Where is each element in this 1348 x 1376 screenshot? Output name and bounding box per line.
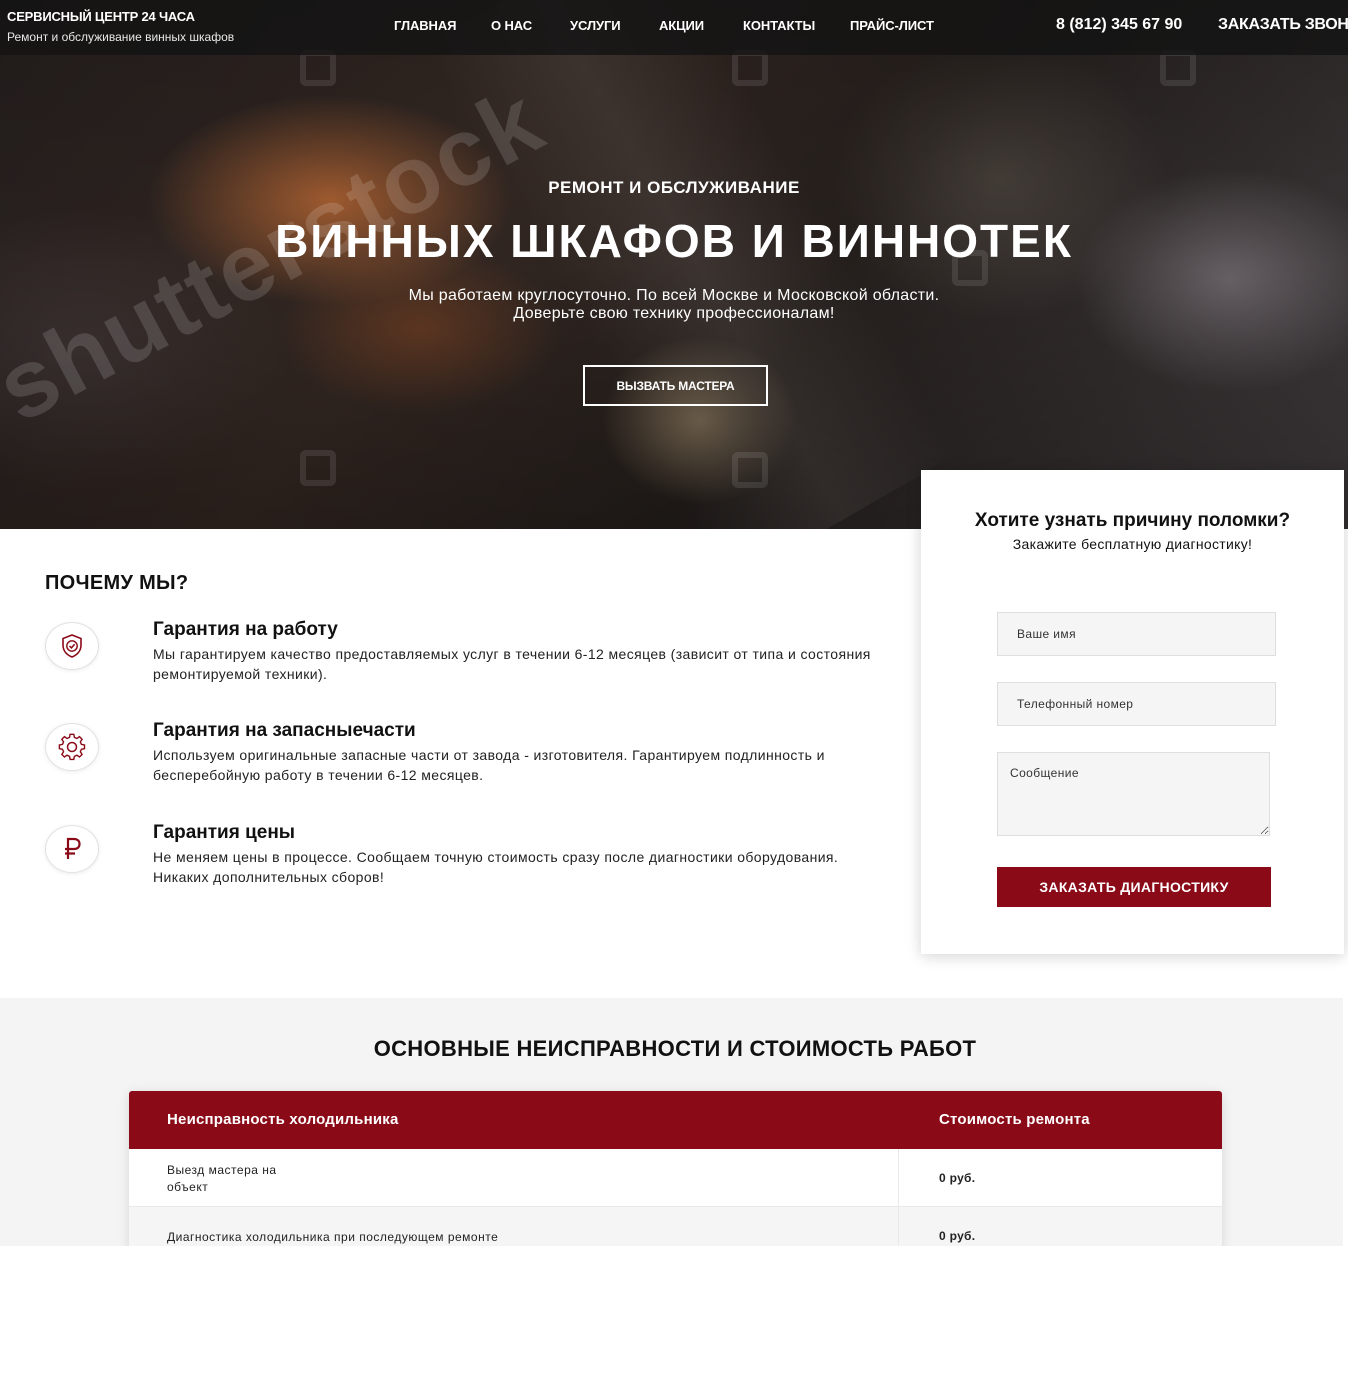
nav-item-services[interactable]: УСЛУГИ bbox=[570, 18, 621, 33]
table-cell-line: объект bbox=[167, 1180, 209, 1194]
column-header-cost: Стоимость ремонта bbox=[939, 1111, 1090, 1128]
nav-item-home[interactable]: ГЛАВНАЯ bbox=[394, 18, 456, 33]
column-divider bbox=[898, 1207, 899, 1246]
nav-item-contacts[interactable]: КОНТАКТЫ bbox=[743, 18, 815, 33]
feature-title: Гарантия на работу bbox=[153, 619, 338, 640]
table-row: Выезд мастера на объект 0 руб. bbox=[129, 1149, 1222, 1207]
phone-link[interactable]: 8 (812) 345 67 90 bbox=[1056, 16, 1182, 34]
gear-icon bbox=[45, 723, 99, 771]
table-cell-line: Диагностика холодильника при последующем… bbox=[167, 1230, 499, 1244]
nav-item-price-list[interactable]: ПРАЙС-ЛИСТ bbox=[850, 18, 934, 33]
hero-description: Мы работаем круглосуточно. По всей Москв… bbox=[0, 287, 1348, 323]
feature-text: Используем оригинальные запасные части о… bbox=[153, 747, 825, 783]
brand-subtitle: Ремонт и обслуживание винных шкафов bbox=[7, 30, 235, 44]
form-title: Хотите узнать причину поломки? bbox=[974, 510, 1291, 531]
column-header-problem: Неисправность холодильника bbox=[167, 1111, 399, 1128]
hero-description-line: Доверьте свою технику профессионалам! bbox=[513, 305, 835, 322]
prices-section: ОСНОВНЫЕ НЕИСПРАВНОСТИ И СТОИМОСТЬ РАБОТ… bbox=[0, 998, 1343, 1246]
site-header: СЕРВИСНЫЙ ЦЕНТР 24 ЧАСА Ремонт и обслужи… bbox=[0, 0, 1348, 55]
form-subtitle: Закажите бесплатную диагностику! bbox=[1012, 536, 1253, 552]
why-us-title: ПОЧЕМУ МЫ? bbox=[45, 572, 189, 594]
price-table: Неисправность холодильника Стоимость рем… bbox=[129, 1091, 1222, 1246]
callback-button[interactable]: ЗАКАЗАТЬ ЗВОНОК bbox=[1218, 16, 1348, 34]
nav-item-promotions[interactable]: АКЦИИ bbox=[659, 18, 704, 33]
call-master-button[interactable]: ВЫЗВАТЬ МАСТЕРА bbox=[583, 365, 768, 406]
watermark-mark bbox=[300, 450, 336, 486]
table-cell-price: 0 руб. bbox=[939, 1171, 976, 1185]
hero-description-line: Мы работаем круглосуточно. По всей Москв… bbox=[408, 287, 940, 304]
feature-text: Мы гарантируем качество предоставляемых … bbox=[153, 646, 871, 682]
feature-text: Не меняем цены в процессе. Сообщаем точн… bbox=[153, 849, 839, 885]
name-input[interactable] bbox=[997, 612, 1276, 656]
table-cell-problem: Выезд мастера на объект bbox=[167, 1162, 277, 1196]
table-cell-problem: Диагностика холодильника при последующем… bbox=[167, 1229, 498, 1246]
table-cell-price: 0 руб. bbox=[939, 1229, 976, 1243]
ruble-icon bbox=[45, 825, 99, 873]
prices-title: ОСНОВНЫЕ НЕИСПРАВНОСТИ И СТОИМОСТЬ РАБОТ bbox=[373, 1036, 977, 1061]
watermark-mark bbox=[732, 50, 768, 86]
table-cell-line: Выезд мастера на bbox=[167, 1163, 277, 1177]
watermark-mark bbox=[732, 452, 768, 488]
hero-title: ВИННЫХ ШКАФОВ И ВИННОТЕК bbox=[275, 215, 1073, 267]
table-row: Диагностика холодильника при последующем… bbox=[129, 1207, 1222, 1246]
nav-item-about[interactable]: О НАС bbox=[491, 18, 532, 33]
diagnostic-form-card: Хотите узнать причину поломки? Закажите … bbox=[921, 470, 1344, 954]
watermark-mark bbox=[1160, 50, 1196, 86]
column-divider bbox=[898, 1149, 899, 1206]
feature-title: Гарантия на запасныечасти bbox=[153, 720, 416, 741]
watermark-mark bbox=[300, 50, 336, 86]
feature-title: Гарантия цены bbox=[153, 822, 296, 843]
order-diagnostics-button[interactable]: ЗАКАЗАТЬ ДИАГНОСТИКУ bbox=[997, 867, 1271, 907]
message-textarea[interactable] bbox=[997, 752, 1270, 836]
price-table-header: Неисправность холодильника Стоимость рем… bbox=[129, 1091, 1222, 1149]
brand-title[interactable]: СЕРВИСНЫЙ ЦЕНТР 24 ЧАСА bbox=[7, 9, 195, 24]
shield-check-icon bbox=[45, 622, 99, 670]
phone-input[interactable] bbox=[997, 682, 1276, 726]
hero-kicker: РЕМОНТ И ОБСЛУЖИВАНИЕ bbox=[548, 178, 800, 197]
